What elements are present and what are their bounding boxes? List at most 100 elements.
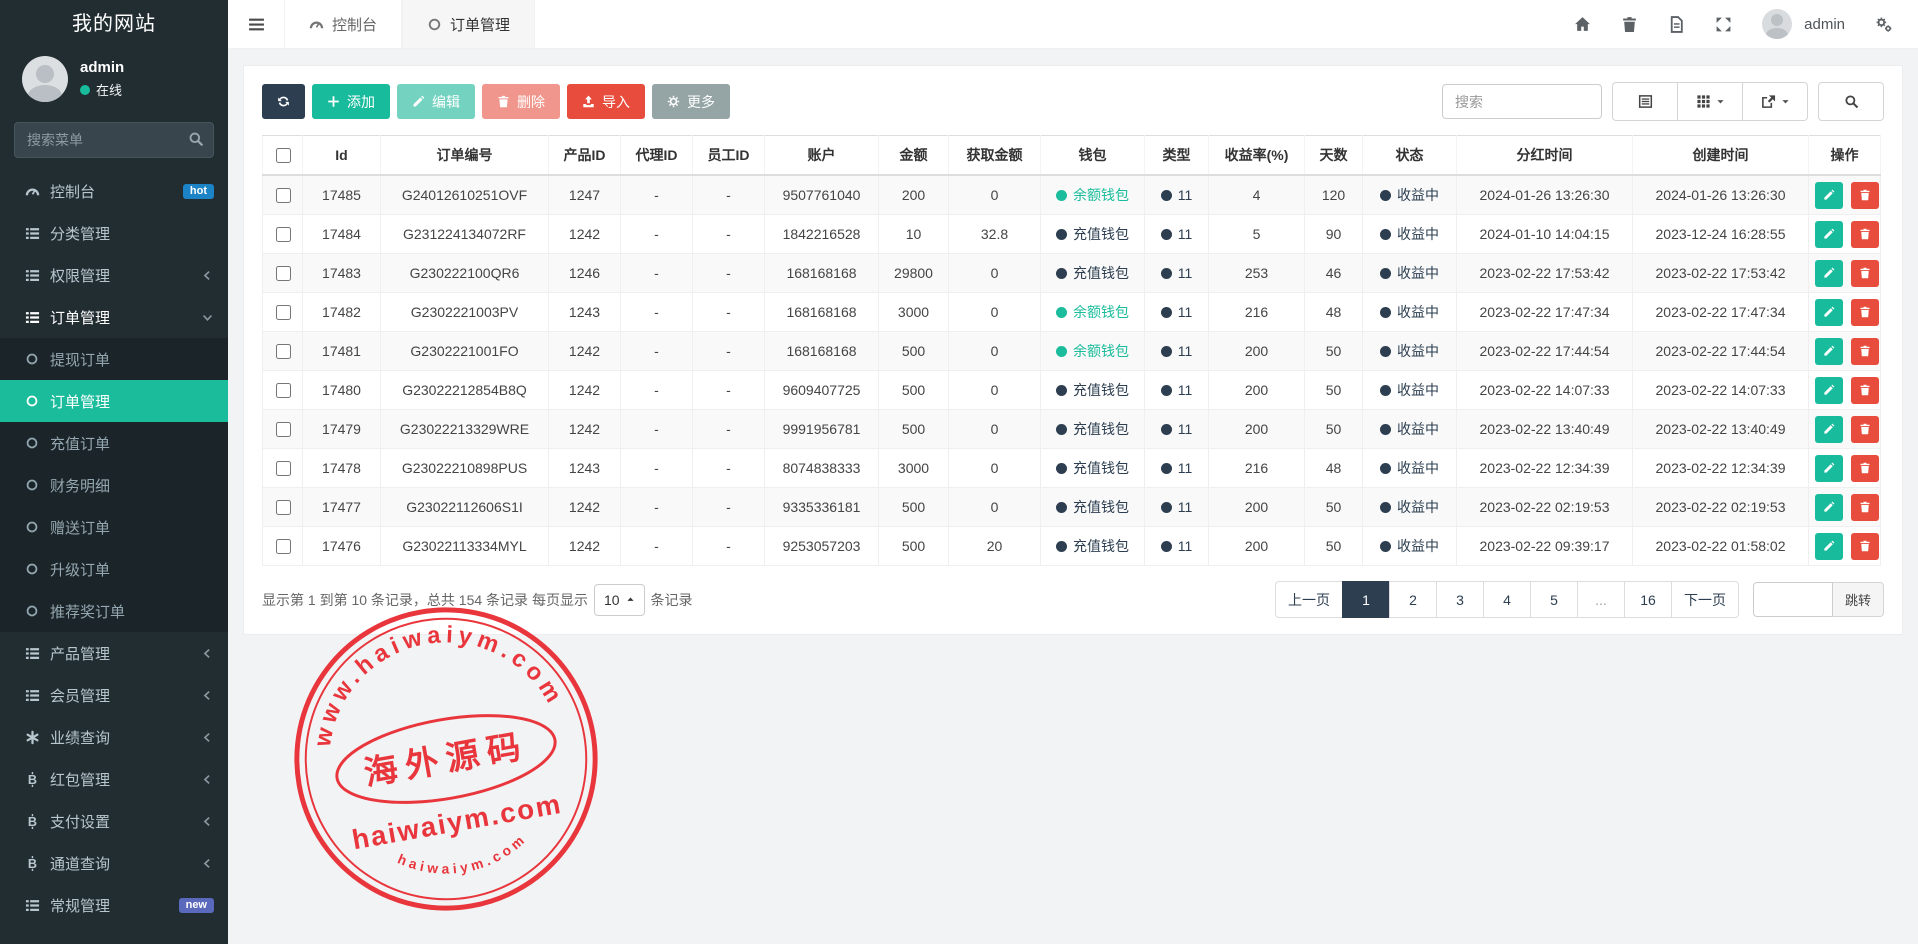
row-checkbox[interactable] bbox=[276, 188, 291, 203]
row-checkbox[interactable] bbox=[276, 461, 291, 476]
edit-button[interactable]: 编辑 bbox=[397, 84, 475, 119]
row-edit-button[interactable] bbox=[1815, 260, 1843, 287]
row-edit-button[interactable] bbox=[1815, 182, 1843, 209]
sidebar-item-gift-orders[interactable]: 赠送订单 bbox=[0, 506, 228, 548]
col-staff_id: 员工ID bbox=[693, 136, 765, 176]
page-4[interactable]: 4 bbox=[1483, 581, 1530, 618]
page-size-select[interactable]: 10 bbox=[594, 584, 645, 616]
row-checkbox[interactable] bbox=[276, 305, 291, 320]
row-checkbox[interactable] bbox=[276, 383, 291, 398]
sidebar-search-input[interactable] bbox=[14, 122, 214, 158]
table-search-input[interactable] bbox=[1442, 84, 1602, 119]
cell-ops bbox=[1809, 175, 1881, 215]
jump-button[interactable]: 跳转 bbox=[1833, 582, 1884, 617]
sidebar-item-product-management[interactable]: 产品管理 bbox=[0, 632, 228, 674]
row-checkbox[interactable] bbox=[276, 344, 291, 359]
cell-status: 收益中 bbox=[1363, 293, 1457, 332]
sidebar-item-order-list[interactable]: 订单管理 bbox=[0, 380, 228, 422]
sidebar-item-category-management[interactable]: 分类管理 bbox=[0, 212, 228, 254]
row-edit-button[interactable] bbox=[1815, 299, 1843, 326]
select-all-checkbox[interactable] bbox=[276, 148, 291, 163]
cell-days: 50 bbox=[1305, 527, 1363, 566]
row-delete-button[interactable] bbox=[1851, 533, 1879, 560]
row-checkbox[interactable] bbox=[276, 422, 291, 437]
sidebar-item-recharge-orders[interactable]: 充值订单 bbox=[0, 422, 228, 464]
cell-status: 收益中 bbox=[1363, 488, 1457, 527]
jump-page-input[interactable] bbox=[1753, 582, 1833, 617]
trash-icon bbox=[497, 95, 510, 108]
circle-icon bbox=[22, 394, 42, 408]
page-16[interactable]: 16 bbox=[1624, 581, 1671, 618]
sidebar-item-general-management[interactable]: 常规管理new bbox=[0, 884, 228, 926]
sidebar-item-payment-settings[interactable]: B支付设置 bbox=[0, 800, 228, 842]
add-button[interactable]: 添加 bbox=[312, 84, 390, 119]
row-checkbox[interactable] bbox=[276, 539, 291, 554]
row-delete-button[interactable] bbox=[1851, 338, 1879, 365]
row-edit-button[interactable] bbox=[1815, 221, 1843, 248]
sidebar-item-member-management[interactable]: 会员管理 bbox=[0, 674, 228, 716]
fullscreen-icon[interactable] bbox=[1715, 16, 1732, 33]
sidebar-item-channel-query[interactable]: B通道查询 bbox=[0, 842, 228, 884]
tab-console[interactable]: 控制台 bbox=[284, 0, 402, 48]
sidebar-item-performance-query[interactable]: 业绩查询 bbox=[0, 716, 228, 758]
cell-amount: 500 bbox=[879, 527, 949, 566]
row-delete-button[interactable] bbox=[1851, 260, 1879, 287]
sidebar-item-upgrade-orders[interactable]: 升级订单 bbox=[0, 548, 228, 590]
more-button[interactable]: 更多 bbox=[652, 84, 730, 119]
sidebar-item-order-management[interactable]: 订单管理 bbox=[0, 296, 228, 338]
document-icon[interactable] bbox=[1668, 16, 1685, 33]
trash-icon[interactable] bbox=[1621, 16, 1638, 33]
row-checkbox[interactable] bbox=[276, 266, 291, 281]
row-edit-button[interactable] bbox=[1815, 416, 1843, 443]
cell-product_id: 1242 bbox=[549, 410, 621, 449]
row-delete-button[interactable] bbox=[1851, 377, 1879, 404]
row-checkbox[interactable] bbox=[276, 227, 291, 242]
home-icon[interactable] bbox=[1574, 16, 1591, 33]
row-delete-button[interactable] bbox=[1851, 494, 1879, 521]
row-edit-button[interactable] bbox=[1815, 338, 1843, 365]
sidebar-item-permission-management[interactable]: 权限管理 bbox=[0, 254, 228, 296]
row-delete-button[interactable] bbox=[1851, 299, 1879, 326]
delete-button[interactable]: 删除 bbox=[482, 84, 560, 119]
admin-avatar[interactable] bbox=[1762, 9, 1792, 39]
brand-title[interactable]: 我的网站 bbox=[0, 0, 228, 48]
refresh-button[interactable] bbox=[262, 84, 305, 119]
menu-toggle-icon[interactable] bbox=[228, 0, 284, 48]
row-edit-button[interactable] bbox=[1815, 455, 1843, 482]
row-edit-button[interactable] bbox=[1815, 377, 1843, 404]
search-button[interactable] bbox=[1818, 82, 1884, 121]
page-5[interactable]: 5 bbox=[1530, 581, 1577, 618]
page-next[interactable]: 下一页 bbox=[1671, 581, 1739, 618]
export-button[interactable] bbox=[1742, 82, 1808, 121]
page-1[interactable]: 1 bbox=[1342, 581, 1389, 618]
row-edit-button[interactable] bbox=[1815, 533, 1843, 560]
trash-icon bbox=[1859, 228, 1871, 240]
page-prev[interactable]: 上一页 bbox=[1275, 581, 1342, 618]
detail-view-button[interactable] bbox=[1612, 82, 1677, 121]
columns-button[interactable] bbox=[1677, 82, 1742, 121]
sidebar-item-console[interactable]: 控制台hot bbox=[0, 170, 228, 212]
cell-ops bbox=[1809, 371, 1881, 410]
sidebar-item-redpacket-management[interactable]: B红包管理 bbox=[0, 758, 228, 800]
toolbar: 添加编辑删除导入更多 bbox=[262, 84, 730, 119]
row-checkbox[interactable] bbox=[276, 500, 291, 515]
sidebar-item-withdraw-orders[interactable]: 提现订单 bbox=[0, 338, 228, 380]
cell-wallet: 余额钱包 bbox=[1041, 332, 1145, 371]
row-delete-button[interactable] bbox=[1851, 182, 1879, 209]
admin-label[interactable]: admin bbox=[1804, 16, 1845, 33]
page-ellipsis[interactable]: ... bbox=[1577, 581, 1624, 618]
sidebar-item-referral-reward-orders[interactable]: 推荐奖订单 bbox=[0, 590, 228, 632]
bitcoin-icon: B bbox=[22, 856, 42, 871]
row-edit-button[interactable] bbox=[1815, 494, 1843, 521]
import-button[interactable]: 导入 bbox=[567, 84, 645, 119]
sidebar-item-finance-detail[interactable]: 财务明细 bbox=[0, 464, 228, 506]
row-delete-button[interactable] bbox=[1851, 416, 1879, 443]
page-2[interactable]: 2 bbox=[1389, 581, 1436, 618]
cell-staff_id: - bbox=[693, 293, 765, 332]
row-delete-button[interactable] bbox=[1851, 455, 1879, 482]
row-delete-button[interactable] bbox=[1851, 221, 1879, 248]
stamp-line-text: haiwaiym.com bbox=[350, 788, 565, 855]
page-3[interactable]: 3 bbox=[1436, 581, 1483, 618]
settings-gears-icon[interactable] bbox=[1875, 16, 1892, 33]
tab-order-management[interactable]: 订单管理 bbox=[402, 0, 535, 48]
